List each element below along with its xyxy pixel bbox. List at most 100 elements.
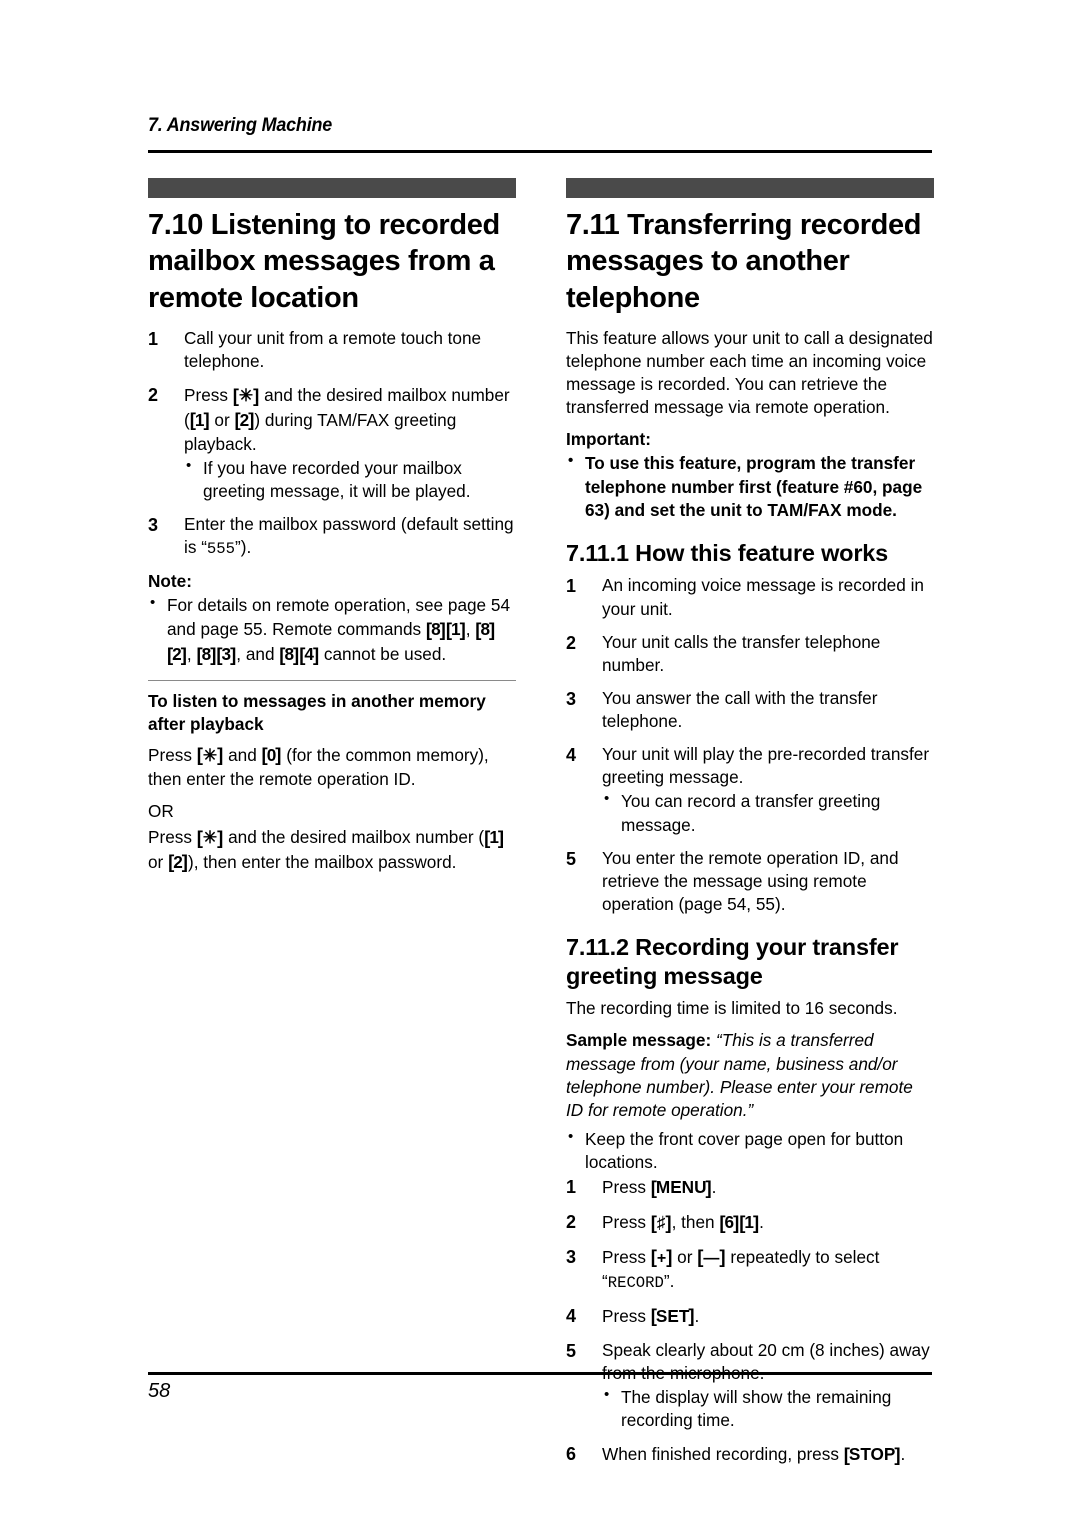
- page-number: 58: [148, 1380, 171, 1402]
- chapter-title: 7. Answering Machine: [148, 114, 333, 136]
- step-number: 3: [148, 515, 159, 536]
- step-text: Press [MENU].: [602, 1177, 717, 1198]
- key-8: [8]: [196, 643, 217, 665]
- step-text: Press [✳] and the desired mailbox number…: [184, 385, 510, 454]
- right-column: 7.11 Transferring recorded messages to a…: [566, 178, 934, 1477]
- text-fragment: and: [223, 744, 262, 765]
- step-sub-bullets: If you have recorded your mailbox greeti…: [184, 456, 516, 503]
- step-item: 2 Press [♯], then [6][1].: [566, 1210, 934, 1235]
- text-fragment: Press: [602, 1177, 651, 1198]
- sample-message-label: Sample message:: [566, 1030, 712, 1051]
- key-2: [2]: [234, 409, 255, 431]
- step-text: Press [♯], then [6][1].: [602, 1211, 764, 1233]
- note-text-fragment: , and: [236, 644, 280, 665]
- key-1: [1]: [189, 409, 210, 431]
- press-instruction-common-memory: Press [✳] and [0] (for the common memory…: [148, 743, 516, 791]
- step-item: 5 You enter the remote operation ID, and…: [566, 847, 934, 916]
- step-item: 4 Press [SET].: [566, 1304, 934, 1329]
- step-number: 1: [566, 576, 577, 597]
- step-text: Call your unit from a remote touch tone …: [184, 327, 482, 371]
- step-item: 2 Press [✳] and the desired mailbox numb…: [148, 383, 516, 503]
- step-item: 1 An incoming voice message is recorded …: [566, 574, 934, 620]
- running-header: 7. Answering Machine: [148, 114, 932, 137]
- text-fragment: When finished recording, press: [602, 1444, 844, 1465]
- bullet-item: Keep the front cover page open for butto…: [566, 1127, 934, 1174]
- section-heading-7-11: 7.11 Transferring recorded messages to a…: [566, 209, 922, 314]
- steps-list-7-11-2: 1 Press [MENU]. 2 Press [♯], then [6][1]…: [566, 1175, 934, 1467]
- step-text: Speak clearly about 20 cm (8 inches) awa…: [602, 1339, 930, 1383]
- text-fragment: Press: [602, 1212, 651, 1233]
- key-8: [8]: [279, 643, 300, 665]
- step-text: You enter the remote operation ID, and r…: [602, 847, 899, 914]
- press-instruction-mailbox: Press [✳] and the desired mailbox number…: [148, 825, 516, 875]
- step-text-fragment: or: [209, 409, 235, 430]
- steps-list-7-11-1: 1 An incoming voice message is recorded …: [566, 574, 934, 916]
- left-column: 7.10 Listening to recorded mailbox messa…: [148, 178, 516, 884]
- step-text: Press [SET].: [602, 1305, 699, 1326]
- step-item: 5 Speak clearly about 20 cm (8 inches) a…: [566, 1339, 934, 1433]
- default-password-value: 555: [206, 540, 235, 559]
- text-fragment: , then: [671, 1212, 720, 1233]
- bullet-item: You can record a transfer greeting messa…: [602, 789, 934, 836]
- key-minus: [—]: [697, 1246, 726, 1268]
- step-number: 2: [148, 385, 159, 405]
- or-separator: OR: [148, 800, 174, 821]
- step-item: 2 Your unit calls the transfer telephone…: [566, 631, 934, 677]
- bullet-item: For details on remote operation, see pag…: [148, 593, 516, 667]
- front-cover-bullets: Keep the front cover page open for butto…: [566, 1127, 934, 1174]
- text-fragment: Press: [148, 827, 197, 848]
- key-asterisk: [✳]: [196, 826, 224, 848]
- text-fragment: or: [672, 1246, 698, 1267]
- key-1: [1]: [445, 618, 466, 640]
- step-sub-bullets: The display will show the remaining reco…: [602, 1385, 934, 1432]
- step-item: 3 You answer the call with the transfer …: [566, 687, 934, 733]
- step-number: 4: [566, 745, 577, 766]
- recording-time-note: The recording time is limited to 16 seco…: [566, 998, 898, 1019]
- key-1: [1]: [484, 826, 505, 848]
- key-plus: [+]: [650, 1246, 673, 1268]
- step-number: 1: [148, 328, 159, 349]
- step-number: 5: [566, 1340, 577, 1361]
- step-number: 5: [566, 848, 577, 869]
- step-number: 3: [566, 688, 577, 709]
- key-stop: [STOP]: [843, 1443, 901, 1465]
- step-item: 3 Enter the mailbox password (default se…: [148, 513, 516, 560]
- key-3: [3]: [216, 643, 237, 665]
- text-fragment: Press: [602, 1246, 651, 1267]
- step-number: 4: [566, 1305, 577, 1326]
- step-text-fragment: Press: [184, 385, 233, 405]
- subsection-heading-another-memory: To listen to messages in another memory …: [148, 691, 486, 735]
- step-item: 1 Press [MENU].: [566, 1175, 934, 1200]
- step-number: 3: [566, 1246, 577, 1267]
- step-number: 2: [566, 1212, 577, 1233]
- steps-list-7-10: 1 Call your unit from a remote touch ton…: [148, 327, 516, 560]
- text-fragment: .: [711, 1177, 717, 1198]
- document-page: 7. Answering Machine 7.10 Listening to r…: [0, 0, 1080, 1528]
- key-4: [4]: [299, 643, 320, 665]
- subsection-heading-7-11-2: 7.11.2 Recording your transfer greeting …: [566, 934, 899, 989]
- bullet-item: The display will show the remaining reco…: [602, 1385, 934, 1432]
- step-item: 4 Your unit will play the pre-recorded t…: [566, 743, 934, 837]
- important-label: Important:: [566, 429, 651, 450]
- step-sub-bullets: You can record a transfer greeting messa…: [602, 789, 934, 836]
- step-text: An incoming voice message is recorded in…: [602, 575, 924, 619]
- text-fragment: ), then enter the mailbox password.: [187, 851, 457, 872]
- text-fragment: .: [900, 1444, 906, 1465]
- step-item: 3 Press [+] or [—] repeatedly to select …: [566, 1245, 934, 1294]
- footer-divider: [148, 1372, 932, 1375]
- subsection-heading-7-11-1: 7.11.1 How this feature works: [566, 539, 889, 566]
- note-text-fragment: ,: [465, 619, 476, 640]
- important-bullets: To use this feature, program the transfe…: [566, 451, 934, 521]
- key-1: [1]: [739, 1211, 760, 1233]
- bullet-item: If you have recorded your mailbox greeti…: [184, 456, 516, 503]
- section-accent-bar-left: [148, 178, 516, 198]
- key-2: [2]: [168, 851, 188, 873]
- note-text-fragment: cannot be used.: [319, 644, 447, 665]
- text-fragment: repeatedly to select: [725, 1246, 880, 1267]
- text-fragment: and the desired mailbox number (: [223, 827, 485, 848]
- note-label: Note:: [148, 571, 192, 592]
- section-accent-bar-right: [566, 178, 934, 198]
- key-asterisk: [✳]: [196, 744, 224, 766]
- bullet-item: To use this feature, program the transfe…: [566, 451, 934, 521]
- step-text: Your unit will play the pre-recorded tra…: [602, 744, 930, 788]
